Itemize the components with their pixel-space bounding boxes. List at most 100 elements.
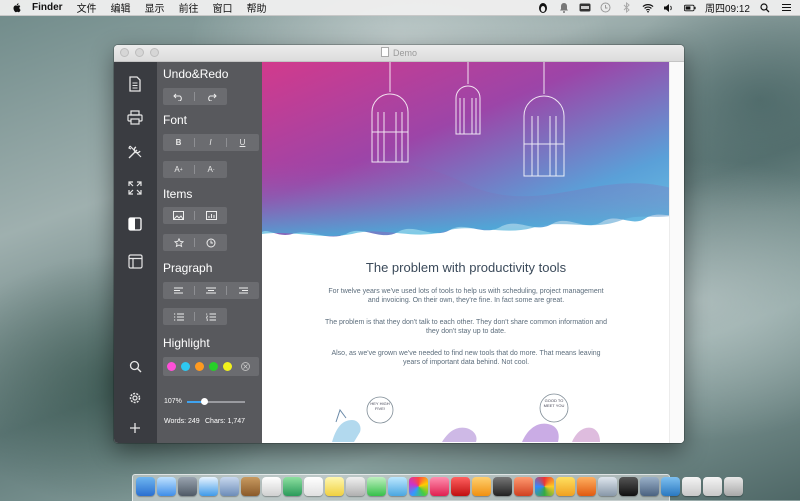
document-canvas[interactable]: The problem with productivity tools For … bbox=[262, 62, 684, 443]
document-paragraph-3: Also, as we've grown we've needed to fin… bbox=[331, 350, 601, 366]
numbered-list-button[interactable] bbox=[195, 308, 227, 325]
wifi-icon[interactable] bbox=[642, 2, 654, 13]
align-right-button[interactable] bbox=[227, 282, 258, 299]
clock-icon bbox=[206, 238, 216, 247]
battery-icon[interactable] bbox=[683, 2, 696, 13]
zoom-slider[interactable] bbox=[187, 398, 245, 405]
char-count: Chars: 1,747 bbox=[205, 418, 246, 425]
menu-app-name[interactable]: Finder bbox=[32, 2, 63, 13]
layout-icon[interactable] bbox=[126, 252, 144, 270]
volume-icon[interactable] bbox=[663, 2, 675, 13]
align-left-icon bbox=[173, 287, 183, 293]
finder-dock-icon[interactable] bbox=[136, 477, 155, 496]
bluetooth-icon[interactable] bbox=[621, 2, 633, 13]
insert-image-button[interactable] bbox=[163, 207, 194, 224]
app-store-dock-icon[interactable] bbox=[157, 477, 176, 496]
notification-center-icon[interactable] bbox=[780, 2, 792, 13]
battery-status-icon[interactable] bbox=[579, 2, 591, 13]
qq-dock-icon[interactable] bbox=[556, 477, 575, 496]
photos-dock-icon[interactable] bbox=[409, 477, 428, 496]
highlight-orange-swatch[interactable] bbox=[195, 362, 204, 371]
ibooks-dock-icon[interactable] bbox=[472, 477, 491, 496]
time-machine-icon[interactable] bbox=[600, 2, 612, 13]
highlight-cyan-swatch[interactable] bbox=[181, 362, 190, 371]
bold-button[interactable]: B bbox=[163, 134, 194, 151]
app-red-dock-icon[interactable] bbox=[514, 477, 533, 496]
safari-dock-icon[interactable] bbox=[199, 477, 218, 496]
stickies-dock-icon[interactable] bbox=[325, 477, 344, 496]
tool-panel: Undo&Redo Font B I U A + A- Items Pragra… bbox=[157, 62, 262, 443]
document-scrollbar[interactable] bbox=[669, 62, 684, 443]
expand-icon[interactable] bbox=[126, 179, 144, 197]
messages-dock-icon[interactable] bbox=[367, 477, 386, 496]
watercolor-birdcage-illustration bbox=[262, 62, 684, 237]
menu-window[interactable]: 窗口 bbox=[213, 0, 233, 15]
menu-edit[interactable]: 编辑 bbox=[111, 0, 131, 15]
textedit-dock-icon[interactable] bbox=[346, 477, 365, 496]
document-paragraph-1: For twelve years we've used lots of tool… bbox=[328, 288, 604, 304]
highlight-pink-swatch[interactable] bbox=[167, 362, 176, 371]
contacts-dock-icon[interactable] bbox=[241, 477, 260, 496]
speech-bubble-left: HEY HIGH FIVE! bbox=[370, 401, 390, 411]
pdf-dock-icon[interactable] bbox=[451, 477, 470, 496]
align-right-icon bbox=[238, 287, 248, 293]
menu-clock[interactable]: 周四09:12 bbox=[705, 0, 750, 15]
settings-gear-icon[interactable] bbox=[126, 389, 144, 407]
documents-dock-icon[interactable] bbox=[682, 477, 701, 496]
contrast-toggle-icon[interactable] bbox=[126, 215, 144, 233]
section-items: Items bbox=[163, 187, 193, 201]
music-dock-icon[interactable] bbox=[430, 477, 449, 496]
italic-button[interactable]: I bbox=[195, 134, 226, 151]
bell-icon[interactable] bbox=[558, 2, 570, 13]
highlight-green-swatch[interactable] bbox=[209, 362, 218, 371]
dock-icons bbox=[136, 477, 743, 496]
tools-icon[interactable] bbox=[126, 143, 144, 161]
redo-icon bbox=[207, 93, 217, 101]
chess-dock-icon[interactable] bbox=[493, 477, 512, 496]
quicktime-dock-icon[interactable] bbox=[640, 477, 659, 496]
insert-chart-button[interactable] bbox=[195, 207, 227, 224]
menu-bar: Finder 文件 编辑 显示 前往 窗口 帮助 周四09:12 bbox=[0, 0, 800, 16]
document-nav-icon[interactable] bbox=[126, 75, 144, 93]
chrome-dock-icon[interactable] bbox=[535, 477, 554, 496]
notes-dock-icon[interactable] bbox=[262, 477, 281, 496]
preview-dock-icon[interactable] bbox=[220, 477, 239, 496]
trash-dock-icon[interactable] bbox=[724, 477, 743, 496]
section-font: Font bbox=[163, 113, 188, 127]
undo-button[interactable] bbox=[163, 88, 194, 105]
menu-go[interactable]: 前往 bbox=[179, 0, 199, 15]
bullet-list-button[interactable] bbox=[163, 308, 194, 325]
redo-button[interactable] bbox=[195, 88, 227, 105]
menu-view[interactable]: 显示 bbox=[145, 0, 165, 15]
add-icon[interactable] bbox=[126, 419, 144, 437]
print-icon[interactable] bbox=[126, 108, 144, 126]
penguin-icon[interactable] bbox=[537, 2, 549, 13]
clear-highlight-icon[interactable] bbox=[241, 362, 250, 371]
chart-icon bbox=[205, 211, 217, 220]
word-dock-icon[interactable] bbox=[619, 477, 638, 496]
stack-dock-icon[interactable] bbox=[703, 477, 722, 496]
app-orange-dock-icon[interactable] bbox=[577, 477, 596, 496]
zoom-slider-knob[interactable] bbox=[201, 398, 209, 405]
underline-button[interactable]: U bbox=[227, 134, 258, 151]
decrease-font-button[interactable]: A- bbox=[195, 161, 227, 178]
maps-dock-icon[interactable] bbox=[283, 477, 302, 496]
align-center-button[interactable] bbox=[195, 282, 226, 299]
increase-font-button[interactable]: A + bbox=[163, 161, 194, 178]
launchpad-dock-icon[interactable] bbox=[178, 477, 197, 496]
apple-icon[interactable] bbox=[11, 2, 22, 13]
downloads-dock-icon[interactable] bbox=[661, 477, 680, 496]
alignment-group bbox=[163, 282, 259, 299]
search-icon[interactable] bbox=[126, 357, 144, 375]
calendar-dock-icon[interactable] bbox=[304, 477, 323, 496]
menu-file[interactable]: 文件 bbox=[77, 0, 97, 15]
window-titlebar[interactable]: Demo bbox=[114, 45, 684, 62]
insert-star-button[interactable] bbox=[163, 234, 194, 251]
spotlight-search-icon[interactable] bbox=[759, 2, 771, 13]
menu-help[interactable]: 帮助 bbox=[247, 0, 267, 15]
insert-time-button[interactable] bbox=[195, 234, 227, 251]
facetime-dock-icon[interactable] bbox=[388, 477, 407, 496]
align-left-button[interactable] bbox=[163, 282, 194, 299]
system-preferences-dock-icon[interactable] bbox=[598, 477, 617, 496]
highlight-yellow-swatch[interactable] bbox=[223, 362, 232, 371]
